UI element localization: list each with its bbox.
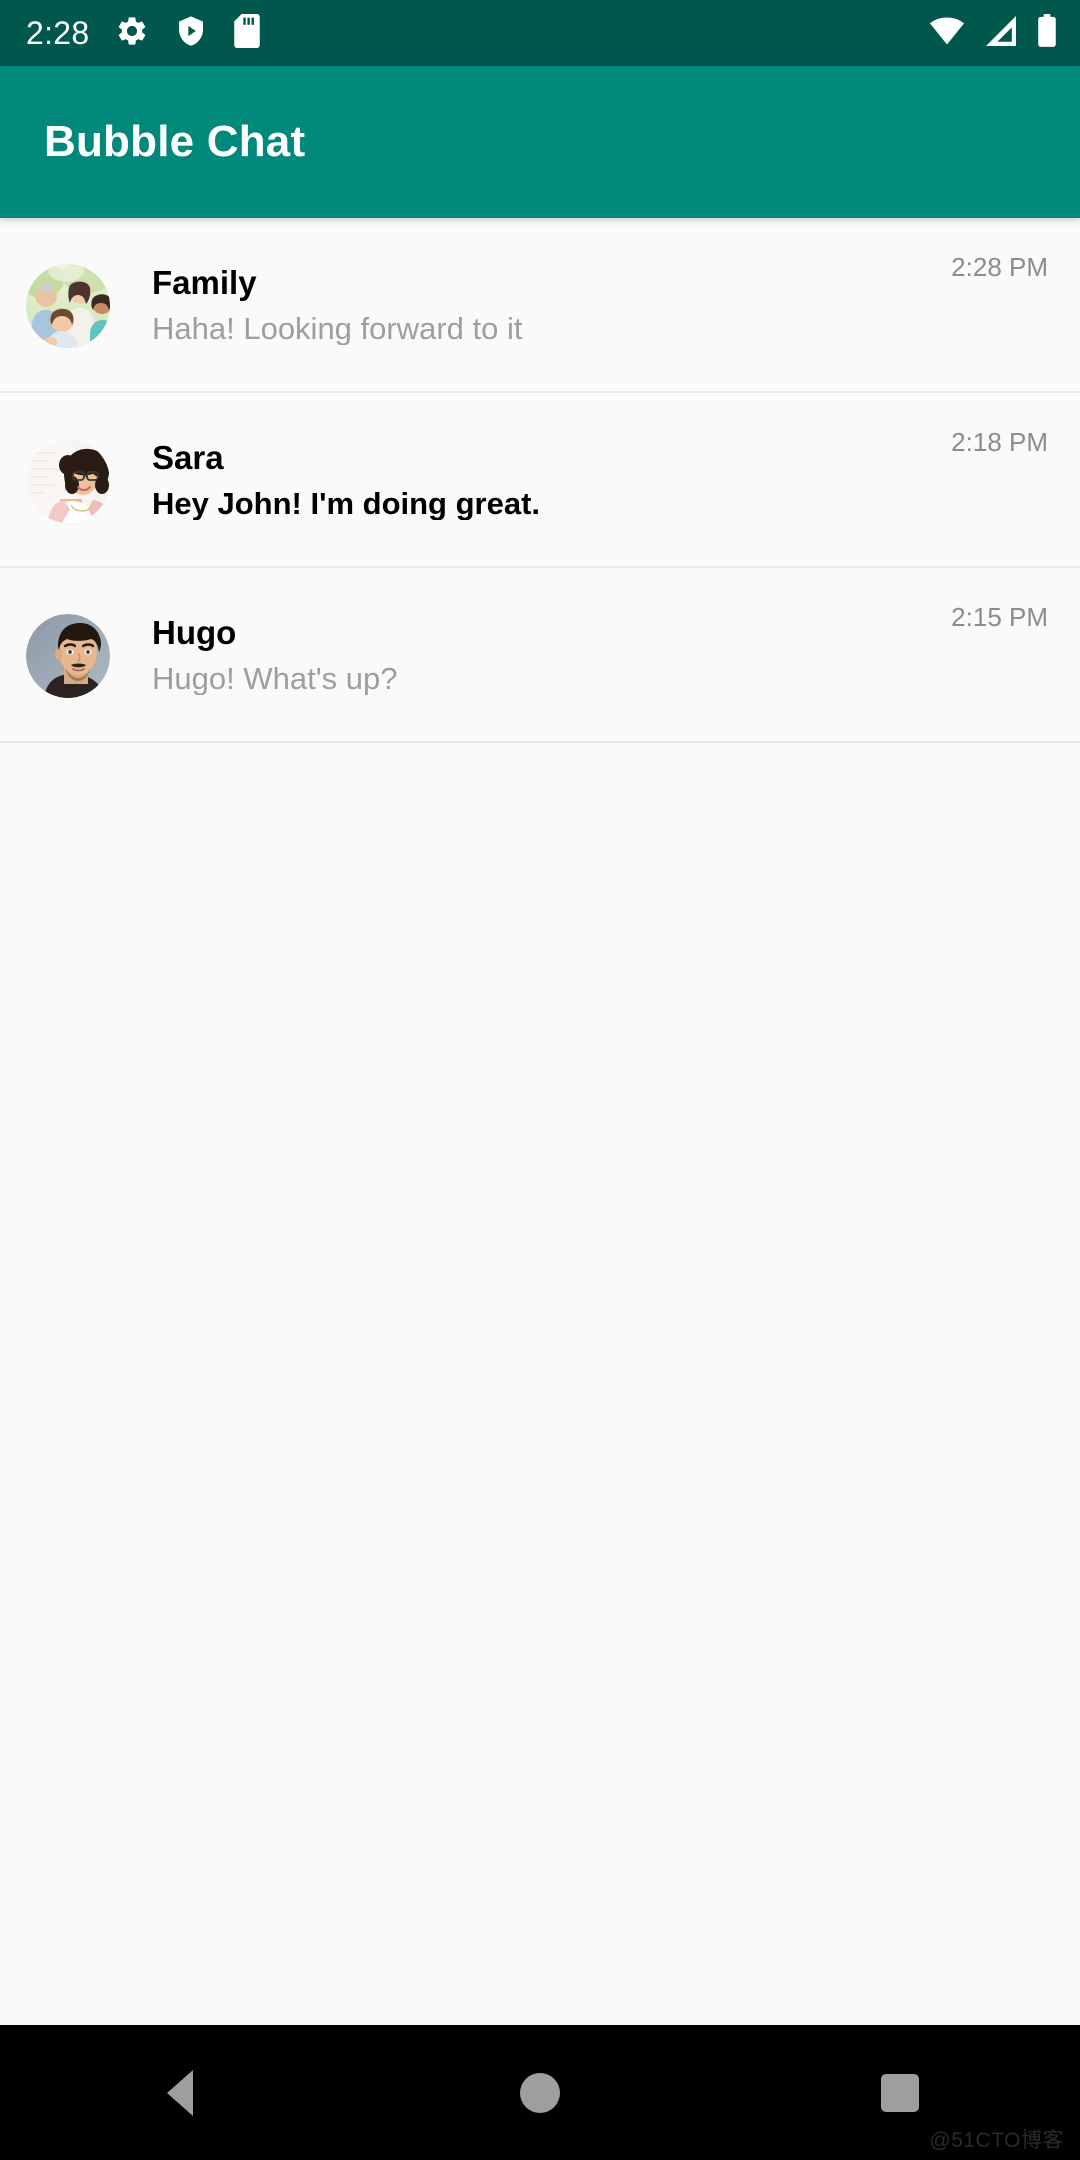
watermark: @51CTO博客 (929, 2129, 1064, 2152)
back-button[interactable] (105, 2025, 255, 2160)
sd-card-icon (233, 13, 261, 53)
chat-list: Family Haha! Looking forward to it 2:28 … (0, 218, 1080, 2025)
wifi-icon (928, 16, 966, 51)
home-circle-icon (520, 2072, 560, 2113)
avatar-family[interactable] (26, 263, 110, 348)
status-bar-clock: 2:28 (26, 15, 90, 51)
play-protect-shield-icon (175, 14, 207, 53)
chat-timestamp: 2:28 PM (951, 252, 1048, 282)
recents-square-icon (881, 2073, 919, 2112)
chat-name: Hugo (152, 613, 237, 651)
app-bar: Bubble Chat (0, 66, 1080, 218)
battery-icon (1036, 13, 1058, 53)
chat-row-body: Family Haha! Looking forward to it (110, 263, 951, 346)
status-bar: 2:28 (0, 0, 1080, 66)
avatar-hugo[interactable] (26, 613, 110, 698)
avatar-sara[interactable] (26, 438, 110, 523)
chat-list-item-hugo[interactable]: Hugo Hugo! What's up? 2:15 PM (0, 568, 1080, 743)
page-title: Bubble Chat (44, 117, 306, 166)
chat-name: Family (152, 263, 257, 301)
chat-row-body: Hugo Hugo! What's up? (110, 613, 951, 696)
phone-screen: 2:28 Bubble Chat Family Haha! Looking fo… (0, 0, 1080, 2160)
status-bar-left: 2:28 (26, 13, 261, 53)
home-button[interactable] (465, 2025, 615, 2160)
android-navigation-bar: @51CTO博客 (0, 2025, 1080, 2160)
chat-list-item-sara[interactable]: Sara Hey John! I'm doing great. 2:18 PM (0, 393, 1080, 568)
chat-list-item-family[interactable]: Family Haha! Looking forward to it 2:28 … (0, 218, 1080, 393)
cellular-signal-icon (984, 15, 1018, 51)
chat-timestamp: 2:18 PM (951, 427, 1048, 457)
chat-preview: Hugo! What's up? (152, 662, 398, 696)
chat-row-body: Sara Hey John! I'm doing great. (110, 438, 951, 521)
chat-preview: Haha! Looking forward to it (152, 312, 523, 346)
gear-icon (115, 14, 149, 53)
back-triangle-icon (167, 2069, 193, 2116)
chat-name: Sara (152, 438, 224, 476)
status-bar-right (928, 13, 1058, 53)
chat-preview: Hey John! I'm doing great. (152, 487, 541, 521)
chat-timestamp: 2:15 PM (951, 602, 1048, 632)
